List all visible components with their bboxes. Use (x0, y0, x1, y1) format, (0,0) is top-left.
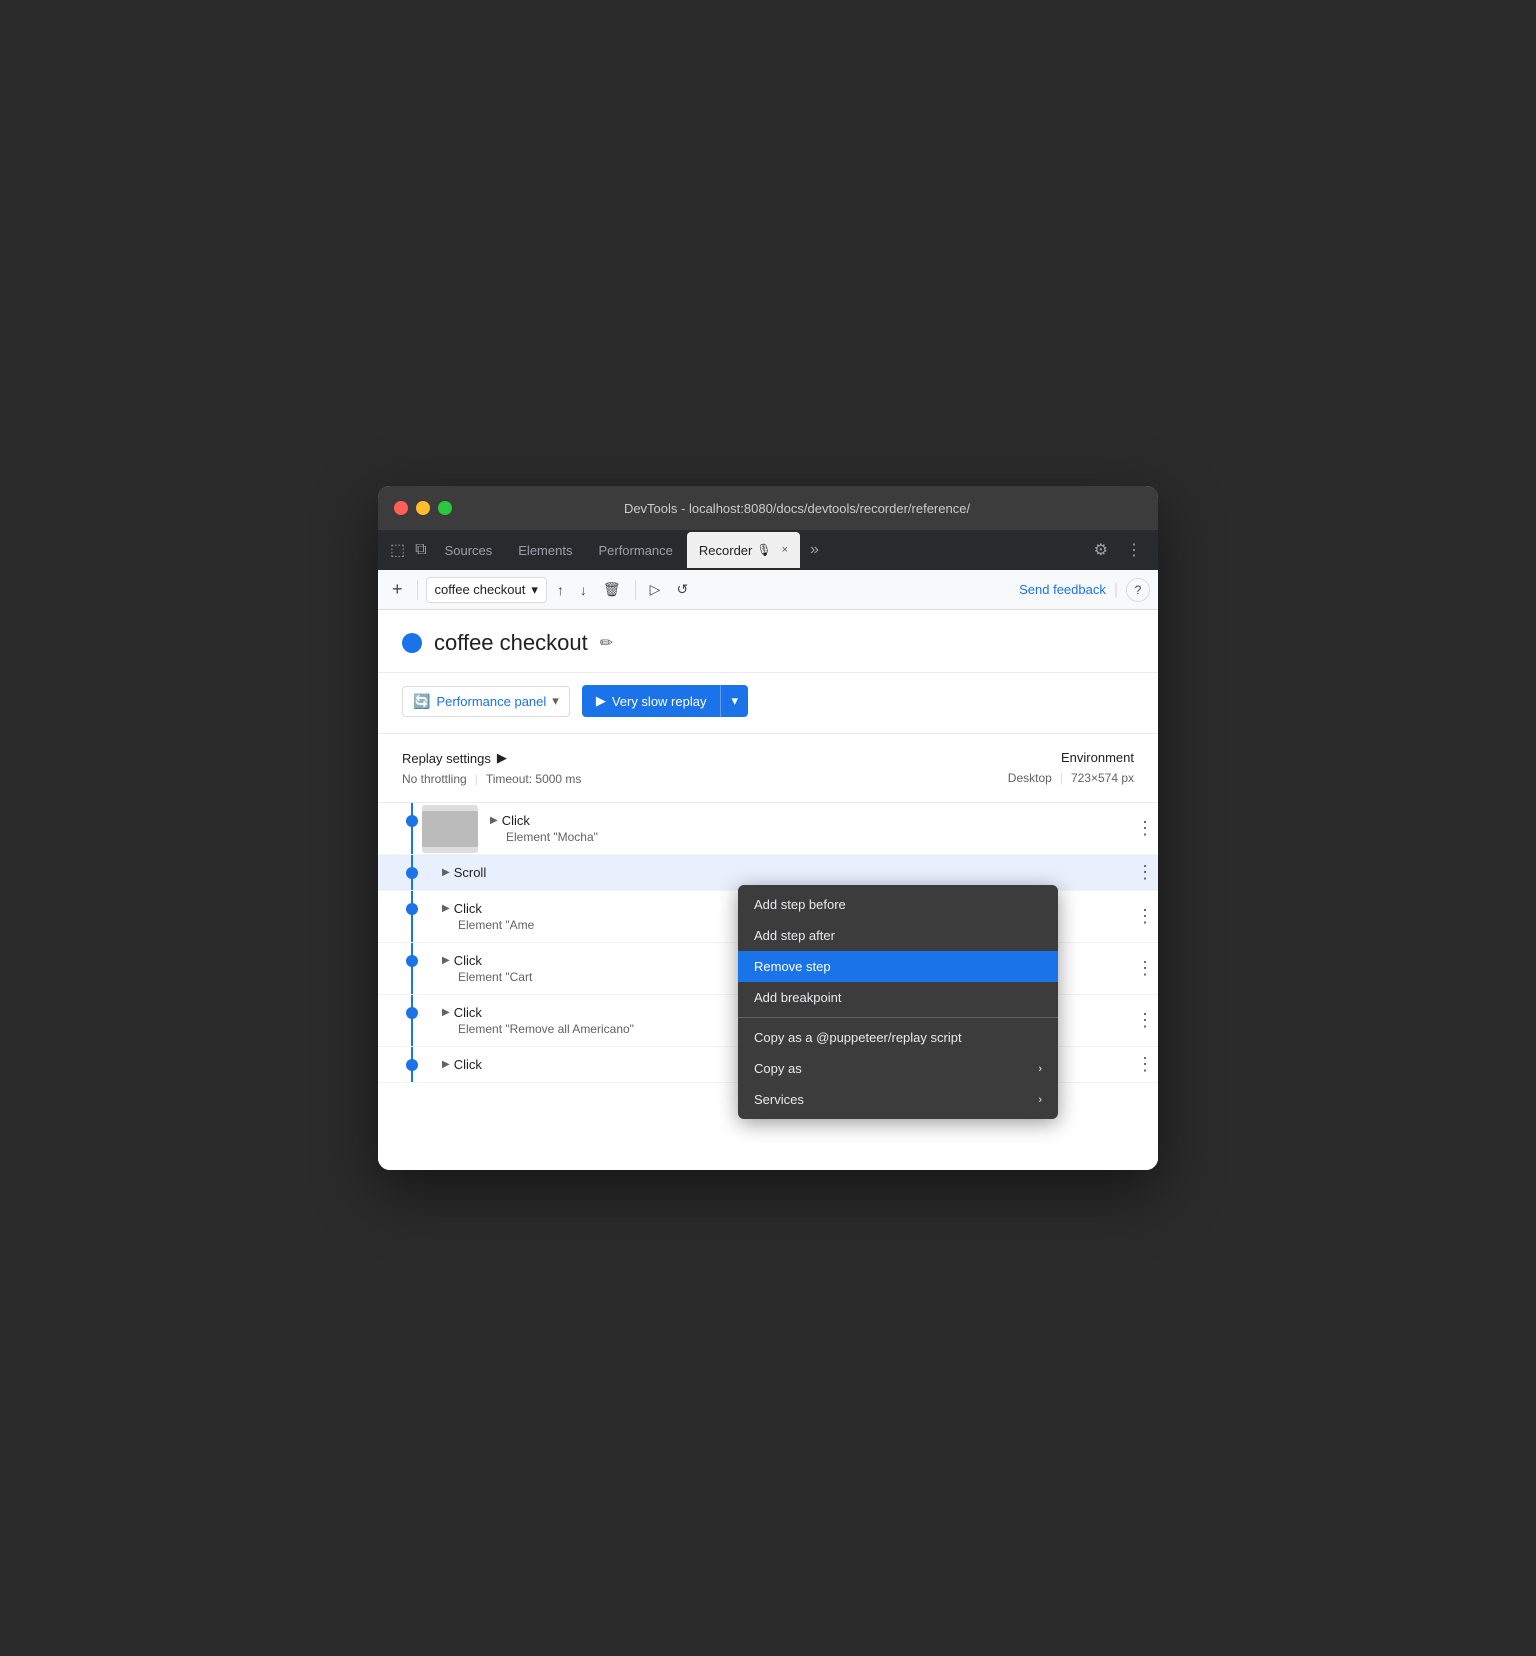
menu-item-remove-step[interactable]: Remove step (738, 951, 1058, 982)
step-click3-more-button[interactable]: ⋮ (1132, 943, 1158, 994)
import-button[interactable]: ↓ (574, 578, 593, 602)
minimize-button[interactable] (416, 501, 430, 515)
cursor-icon[interactable]: ⬚ (386, 536, 409, 564)
step-scroll-header[interactable]: ▶ Scroll (442, 865, 1124, 880)
recording-header: coffee checkout ✏ (378, 610, 1158, 673)
tab-performance[interactable]: Performance (586, 532, 684, 568)
step-click5-type: Click (454, 1057, 482, 1072)
step-scroll-type: Scroll (454, 865, 487, 880)
recording-select[interactable]: coffee checkout ▾ (426, 577, 547, 603)
close-button[interactable] (394, 501, 408, 515)
replay-settings-label: Replay settings (402, 751, 491, 766)
env-desktop-label: Desktop (1008, 771, 1052, 785)
more-options-icon[interactable]: ⋮ (1118, 536, 1150, 564)
action-bar: 🔄 Performance panel ▾ ▶ Very slow replay… (378, 673, 1158, 734)
toolbar-separator-2 (635, 580, 636, 600)
chevron-down-icon: ▾ (531, 582, 538, 598)
main-content: coffee checkout ✏ 🔄 Performance panel ▾ … (378, 610, 1158, 1170)
titlebar-title: DevTools - localhost:8080/docs/devtools/… (452, 501, 1142, 516)
more-tabs-icon[interactable]: » (802, 537, 827, 563)
menu-separator-1 (738, 1017, 1058, 1018)
step-click3-expand-icon: ▶ (442, 955, 450, 966)
perf-panel-button[interactable]: 🔄 Performance panel ▾ (402, 686, 570, 717)
recording-status-dot (402, 633, 422, 653)
replay-button-group: ▶ Very slow replay ▾ (582, 685, 748, 717)
settings-section: Replay settings ▶ No throttling | Timeou… (378, 734, 1158, 803)
step-detail: Element "Mocha" (490, 830, 1124, 844)
help-button[interactable]: ? (1126, 578, 1150, 602)
send-feedback-link[interactable]: Send feedback (1019, 582, 1106, 597)
tab-close-icon[interactable]: × (782, 544, 788, 556)
chevron-right-icon: › (1038, 1063, 1042, 1075)
settings-left: Replay settings ▶ No throttling | Timeou… (402, 750, 1008, 786)
menu-item-copy-as[interactable]: Copy as › (738, 1053, 1058, 1084)
env-subtitle: Desktop | 723×574 px (1008, 771, 1134, 785)
replay-settings-toggle[interactable]: Replay settings ▶ (402, 750, 1008, 766)
new-recording-button[interactable]: + (386, 575, 409, 604)
menu-item-add-after[interactable]: Add step after (738, 920, 1058, 951)
edit-title-icon[interactable]: ✏ (600, 633, 613, 653)
tab-sources[interactable]: Sources (433, 532, 505, 568)
replay-dropdown-button[interactable]: ▾ (720, 685, 748, 717)
step-expand-icon: ▶ (490, 815, 498, 826)
step-item: ▶ Click Element "Mocha" ⋮ (378, 803, 1158, 855)
titlebar: DevTools - localhost:8080/docs/devtools/… (378, 486, 1158, 530)
tab-elements[interactable]: Elements (506, 532, 584, 568)
tab-recorder[interactable]: Recorder 🎙 × (687, 532, 800, 568)
context-menu: Add step before Add step after Remove st… (738, 885, 1058, 1119)
perf-panel-label: Performance panel (436, 694, 546, 709)
perf-icon: 🔄 (413, 693, 430, 710)
replay-play-icon: ▶ (596, 693, 606, 709)
step-scroll-expand-icon: ▶ (442, 867, 450, 878)
step-click4-expand-icon: ▶ (442, 1007, 450, 1018)
settings-subtitle: No throttling | Timeout: 5000 ms (402, 772, 1008, 786)
step-click2-expand-icon: ▶ (442, 903, 450, 914)
step-type: Click (502, 813, 530, 828)
chevron-right-icon: › (1038, 1094, 1042, 1106)
settings-right: Environment Desktop | 723×574 px (1008, 750, 1134, 785)
recorder-toolbar: + coffee checkout ▾ ↑ ↓ 🗑 ▷ ↺ Send feedb… (378, 570, 1158, 610)
step-click5-more-button[interactable]: ⋮ (1132, 1047, 1158, 1082)
expand-icon: ▶ (497, 750, 507, 766)
step-scroll-more-button[interactable]: ⋮ (1132, 855, 1158, 890)
export-button[interactable]: ↑ (551, 578, 570, 602)
env-size-label: 723×574 px (1071, 771, 1134, 785)
steps-list: ▶ Click Element "Mocha" ⋮ ▶ Scroll (378, 803, 1158, 1083)
chevron-down-icon: ▾ (552, 693, 559, 709)
step-click2-more-button[interactable]: ⋮ (1132, 891, 1158, 942)
layers-icon[interactable]: ⧉ (411, 537, 430, 563)
step-click5-expand-icon: ▶ (442, 1059, 450, 1070)
refresh-button[interactable]: ↺ (670, 577, 694, 602)
traffic-lights (394, 501, 452, 515)
replay-main-button[interactable]: ▶ Very slow replay (582, 685, 721, 717)
replay-label: Very slow replay (612, 694, 707, 709)
timeout-label: Timeout: 5000 ms (486, 772, 582, 786)
delete-button[interactable]: 🗑 (597, 577, 627, 602)
devtools-tabbar: ⬚ ⧉ Sources Elements Performance Recorde… (378, 530, 1158, 570)
toolbar-separator-1 (417, 580, 418, 600)
step-click4-type: Click (454, 1005, 482, 1020)
step-more-button[interactable]: ⋮ (1132, 803, 1158, 854)
toolbar-right: Send feedback | ? (1019, 578, 1150, 602)
step-click2-type: Click (454, 901, 482, 916)
step-click3-type: Click (454, 953, 482, 968)
maximize-button[interactable] (438, 501, 452, 515)
devtools-window: DevTools - localhost:8080/docs/devtools/… (378, 486, 1158, 1170)
menu-item-add-before[interactable]: Add step before (738, 889, 1058, 920)
gear-icon[interactable]: ⚙ (1086, 536, 1116, 564)
environment-label: Environment (1008, 750, 1134, 765)
recording-title: coffee checkout (434, 630, 588, 656)
menu-item-services[interactable]: Services › (738, 1084, 1058, 1115)
recording-name-label: coffee checkout (435, 582, 526, 597)
step-click4-more-button[interactable]: ⋮ (1132, 995, 1158, 1046)
step-content: ▶ Click Element "Mocha" (478, 803, 1132, 854)
menu-item-add-breakpoint[interactable]: Add breakpoint (738, 982, 1058, 1013)
step-header[interactable]: ▶ Click (490, 813, 1124, 828)
step-item-highlighted: ▶ Scroll ⋮ Add step before Add step afte… (378, 855, 1158, 891)
play-button[interactable]: ▷ (644, 577, 667, 602)
throttling-label: No throttling (402, 772, 467, 786)
menu-item-copy-puppeteer[interactable]: Copy as a @puppeteer/replay script (738, 1022, 1058, 1053)
